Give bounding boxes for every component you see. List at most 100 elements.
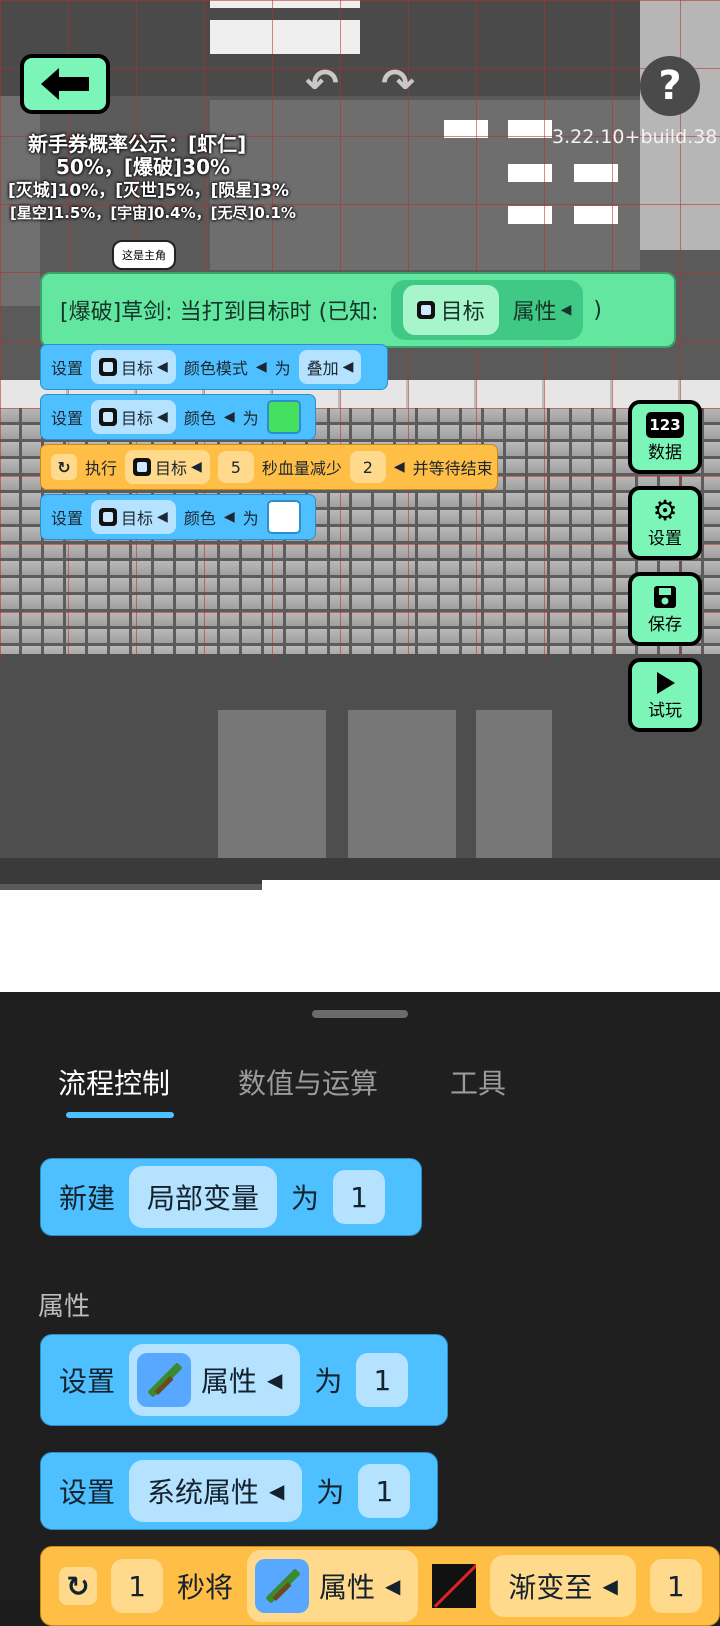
value-input[interactable]: 1 <box>358 1464 411 1518</box>
color-swatch[interactable] <box>266 500 301 534</box>
sword-icon <box>255 1559 310 1613</box>
new-variable-block[interactable]: 新建 局部变量 为 1 <box>40 1158 422 1236</box>
tab-tools[interactable]: 工具 <box>450 1062 506 1102</box>
verb: 执行 <box>85 459 118 478</box>
data-icon: 123 <box>646 411 684 438</box>
set-color-block[interactable]: 设置 目标 ◀ 颜色 ◀ 为 <box>40 394 316 440</box>
prop-label[interactable]: 颜色 <box>184 405 216 429</box>
dropdown-arrow-icon: ◀ <box>602 1574 618 1598</box>
to-label: 为 <box>242 509 259 528</box>
variable-name-input[interactable]: 局部变量 <box>129 1166 278 1228</box>
save-button[interactable]: 保存 <box>628 572 702 646</box>
prop-label: 属性 <box>319 1571 376 1604</box>
verb: 设置 <box>51 359 84 378</box>
redo-icon[interactable]: ↷ <box>376 62 420 106</box>
button-label: 设置 <box>648 528 682 549</box>
seconds-input[interactable]: 5 <box>217 451 254 483</box>
hat-text: [爆破]草剑: 当打到目标时 (已知: <box>60 300 379 325</box>
target-label: 目标 <box>440 300 485 325</box>
play-button[interactable]: 试玩 <box>628 658 702 732</box>
settings-button[interactable]: ⚙ 设置 <box>628 486 702 560</box>
event-hat-block[interactable]: [爆破]草剑: 当打到目标时 (已知: 目标 属性 ◀ ) <box>40 272 676 348</box>
tab-math[interactable]: 数值与运算 <box>238 1062 378 1102</box>
window-block <box>508 206 552 224</box>
tween-block[interactable]: ↻ 1 秒将 属性 ◀ 渐变至 ◀ 1 <box>40 1546 720 1626</box>
desc-label: 秒将 <box>177 1571 234 1604</box>
dropdown-arrow-icon: ◀ <box>157 509 168 525</box>
target-param[interactable]: 目标 ◀ <box>91 350 176 384</box>
set-attribute-block[interactable]: 设置 属性 ◀ 为 1 <box>40 1334 448 1426</box>
probability-line: [星空]1.5%，[宇宙]0.4%，[无尽]0.1% <box>10 204 296 222</box>
dropdown-arrow-icon[interactable]: ◀ <box>394 459 405 475</box>
button-label: 试玩 <box>648 700 682 721</box>
verb: 设置 <box>59 1476 116 1509</box>
color-swatch[interactable] <box>266 400 301 434</box>
dropdown-arrow-icon[interactable]: ◀ <box>224 409 235 425</box>
dropdown-arrow-icon: ◀ <box>342 359 354 375</box>
back-button[interactable] <box>20 54 110 114</box>
verb: 新建 <box>59 1182 116 1215</box>
prop-label[interactable]: 颜色 <box>184 505 216 529</box>
target-label: 目标 <box>155 459 188 478</box>
save-icon <box>654 585 676 608</box>
help-button[interactable]: ? <box>640 56 700 116</box>
value-input[interactable]: 1 <box>333 1170 386 1224</box>
probability-line: [灭城]10%，[灭世]5%，[陨星]3% <box>8 181 290 201</box>
set-color-block[interactable]: 设置 目标 ◀ 颜色 ◀ 为 <box>40 494 316 540</box>
target-label: 目标 <box>121 409 154 428</box>
cube-icon <box>99 508 118 526</box>
dropdown-arrow-icon: ◀ <box>269 1479 285 1503</box>
window-block <box>508 164 552 182</box>
value-param[interactable]: 叠加 ◀ <box>298 350 362 384</box>
gear-icon: ⚙ <box>652 493 678 527</box>
target-param[interactable]: 目标 ◀ <box>91 500 176 534</box>
loop-icon: ↻ <box>51 454 77 480</box>
tower-block <box>640 0 720 250</box>
cube-icon <box>416 301 435 319</box>
dropdown-arrow-icon[interactable]: ◀ <box>561 302 572 318</box>
pillar <box>476 710 552 860</box>
dropdown-arrow-icon: ◀ <box>385 1574 401 1598</box>
system-attribute-param[interactable]: 系统属性 ◀ <box>129 1460 303 1522</box>
desc-label: 秒血量减少 <box>261 459 342 478</box>
prop-label: 属性 <box>201 1365 258 1398</box>
drawer-handle[interactable] <box>312 1010 408 1018</box>
prop-label[interactable]: 颜色模式 <box>184 355 248 379</box>
set-system-attribute-block[interactable]: 设置 系统属性 ◀ 为 1 <box>40 1452 438 1530</box>
dropdown-arrow-icon: ◀ <box>267 1368 283 1392</box>
tail-label: 并等待结束 <box>412 459 493 478</box>
loop-icon: ↻ <box>59 1567 97 1605</box>
verb: 设置 <box>51 409 84 428</box>
color-swatch[interactable] <box>432 1564 477 1608</box>
to-label: 为 <box>291 1182 320 1215</box>
target-param[interactable]: 目标 ◀ <box>91 400 176 434</box>
value-input[interactable]: 1 <box>356 1353 409 1407</box>
window-block <box>574 164 618 182</box>
verb: 设置 <box>51 509 84 528</box>
target-param[interactable]: 目标 <box>402 285 499 335</box>
pillar <box>348 710 456 860</box>
tab-flow-control[interactable]: 流程控制 <box>58 1062 170 1102</box>
set-color-mode-block[interactable]: 设置 目标 ◀ 颜色模式 ◀ 为 叠加 ◀ <box>40 344 388 390</box>
undo-icon[interactable]: ↶ <box>300 62 344 106</box>
amount-input[interactable]: 2 <box>349 451 386 483</box>
value-input[interactable]: 1 <box>649 1559 702 1613</box>
window-block <box>508 120 552 138</box>
attribute-param[interactable]: 属性 ◀ <box>129 1344 301 1416</box>
dropdown-arrow-icon[interactable]: ◀ <box>256 359 267 375</box>
window-block <box>574 206 618 224</box>
dropdown-arrow-icon: ◀ <box>157 409 168 425</box>
button-label: 数据 <box>648 442 682 463</box>
dropdown-arrow-icon[interactable]: ◀ <box>224 509 235 525</box>
data-button[interactable]: 123 数据 <box>628 400 702 474</box>
speech-bubble: 这是主角 <box>112 240 176 270</box>
tween-mode-param[interactable]: 渐变至 ◀ <box>490 1555 636 1617</box>
target-param[interactable]: 目标 ◀ <box>125 450 210 484</box>
attribute-param[interactable]: 属性 ◀ <box>247 1550 419 1622</box>
execute-block[interactable]: ↻ 执行 目标 ◀ 5 秒血量减少 2 ◀ 并等待结束 <box>40 444 498 490</box>
prop-label[interactable]: 属性 <box>513 294 557 326</box>
sword-icon <box>137 1353 192 1407</box>
cube-icon <box>99 408 118 426</box>
seconds-input[interactable]: 1 <box>111 1559 163 1613</box>
to-label: 为 <box>316 1476 345 1509</box>
